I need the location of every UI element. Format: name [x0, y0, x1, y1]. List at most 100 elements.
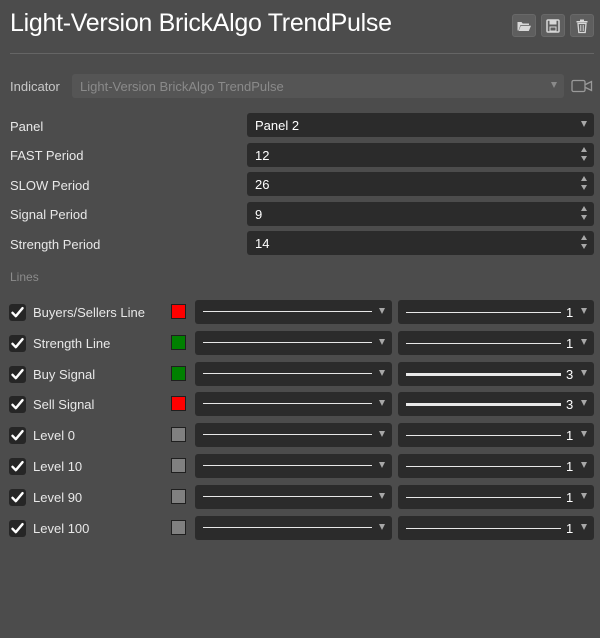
param-label-slow-period: SLOW Period: [10, 178, 90, 193]
dialog-header: Light-Version BrickAlgo TrendPulse: [0, 0, 600, 54]
line-style-dropdown[interactable]: [195, 516, 392, 540]
panel-value: Panel 2: [255, 118, 300, 133]
line-width-dropdown[interactable]: 1: [398, 485, 594, 509]
line-width-value: 1: [566, 521, 574, 536]
dialog-title: Light-Version BrickAlgo TrendPulse: [10, 9, 392, 37]
signal-period-value: 9: [255, 207, 263, 222]
chevron-down-icon: [551, 82, 557, 88]
line-name: Buyers/Sellers Line: [33, 305, 145, 320]
checkmark-icon: [11, 399, 24, 410]
indicator-select[interactable]: Light-Version BrickAlgo TrendPulse: [72, 74, 564, 98]
line-style-dropdown[interactable]: [195, 300, 392, 324]
line-checkbox[interactable]: [9, 520, 26, 537]
fast-period-stepper[interactable]: 12: [247, 143, 594, 167]
line-width-preview: [406, 373, 561, 376]
chevron-down-icon: [379, 431, 385, 437]
line-width-dropdown[interactable]: 1: [398, 454, 594, 478]
checkmark-icon: [11, 307, 24, 318]
line-checkbox[interactable]: [9, 304, 26, 321]
strength-period-stepper[interactable]: 14: [247, 231, 594, 255]
open-button[interactable]: [512, 14, 536, 37]
lines-section-title: Lines: [10, 270, 39, 284]
line-style-preview: [203, 342, 372, 343]
save-button[interactable]: [541, 14, 565, 37]
line-style-dropdown[interactable]: [195, 392, 392, 416]
line-checkbox[interactable]: [9, 489, 26, 506]
spinner-icon[interactable]: [581, 147, 589, 163]
line-color-swatch[interactable]: [171, 396, 186, 411]
line-style-dropdown[interactable]: [195, 362, 392, 386]
chevron-down-icon: [581, 339, 587, 345]
line-width-preview: [406, 466, 561, 467]
line-name: Level 100: [33, 521, 90, 536]
line-width-value: 1: [566, 490, 574, 505]
line-width-dropdown[interactable]: 3: [398, 362, 594, 386]
chevron-down-icon: [581, 462, 587, 468]
line-name: Sell Signal: [33, 397, 95, 412]
line-width-dropdown[interactable]: 1: [398, 331, 594, 355]
signal-period-stepper[interactable]: 9: [247, 202, 594, 226]
line-color-swatch[interactable]: [171, 427, 186, 442]
line-row: Level 90 1: [0, 484, 600, 510]
delete-button[interactable]: [570, 14, 594, 37]
line-width-dropdown[interactable]: 1: [398, 423, 594, 447]
line-style-preview: [203, 465, 372, 466]
line-style-dropdown[interactable]: [195, 423, 392, 447]
line-width-preview: [406, 343, 561, 344]
line-color-swatch[interactable]: [171, 489, 186, 504]
line-color-swatch[interactable]: [171, 304, 186, 319]
param-label-fast-period: FAST Period: [10, 148, 84, 163]
checkmark-icon: [11, 492, 24, 503]
line-width-value: 3: [566, 397, 574, 412]
param-label-strength-period: Strength Period: [10, 237, 101, 252]
line-checkbox[interactable]: [9, 427, 26, 444]
spinner-icon[interactable]: [581, 235, 589, 251]
chevron-down-icon: [581, 493, 587, 499]
slow-period-value: 26: [255, 177, 270, 192]
line-style-preview: [203, 403, 372, 404]
slow-period-stepper[interactable]: 26: [247, 172, 594, 196]
line-style-dropdown[interactable]: [195, 454, 392, 478]
line-style-dropdown[interactable]: [195, 331, 392, 355]
strength-period-value: 14: [255, 236, 270, 251]
spinner-icon[interactable]: [581, 176, 589, 192]
spinner-icon[interactable]: [581, 206, 589, 222]
checkmark-icon: [11, 430, 24, 441]
line-width-preview: [406, 403, 561, 406]
line-color-swatch[interactable]: [171, 335, 186, 350]
line-checkbox[interactable]: [9, 458, 26, 475]
line-row: Buyers/Sellers Line 1: [0, 299, 600, 325]
line-checkbox[interactable]: [9, 335, 26, 352]
param-label-signal-period: Signal Period: [10, 207, 88, 222]
chevron-down-icon: [581, 400, 587, 406]
line-color-swatch[interactable]: [171, 366, 186, 381]
line-width-preview: [406, 497, 561, 498]
checkmark-icon: [11, 461, 24, 472]
line-width-dropdown[interactable]: 1: [398, 516, 594, 540]
line-width-preview: [406, 435, 561, 436]
line-style-preview: [203, 373, 372, 374]
line-row: Strength Line 1: [0, 330, 600, 356]
line-name: Level 10: [33, 459, 83, 474]
line-style-dropdown[interactable]: [195, 485, 392, 509]
chevron-down-icon: [379, 339, 385, 345]
line-width-preview: [406, 528, 561, 529]
line-width-value: 1: [566, 305, 574, 320]
line-row: Level 0 1: [0, 422, 600, 448]
line-color-swatch[interactable]: [171, 520, 186, 535]
camera-icon[interactable]: [571, 78, 593, 99]
line-color-swatch[interactable]: [171, 458, 186, 473]
line-width-dropdown[interactable]: 1: [398, 300, 594, 324]
chevron-down-icon: [581, 431, 587, 437]
line-width-preview: [406, 312, 561, 313]
indicator-label: Indicator: [10, 79, 60, 94]
line-row: Level 10 1: [0, 453, 600, 479]
line-checkbox[interactable]: [9, 396, 26, 413]
line-row: Sell Signal 3: [0, 391, 600, 417]
line-checkbox[interactable]: [9, 366, 26, 383]
chevron-down-icon: [581, 308, 587, 314]
line-row: Level 100 1: [0, 515, 600, 541]
panel-dropdown[interactable]: Panel 2: [247, 113, 594, 137]
header-divider: [10, 53, 594, 54]
line-width-dropdown[interactable]: 3: [398, 392, 594, 416]
